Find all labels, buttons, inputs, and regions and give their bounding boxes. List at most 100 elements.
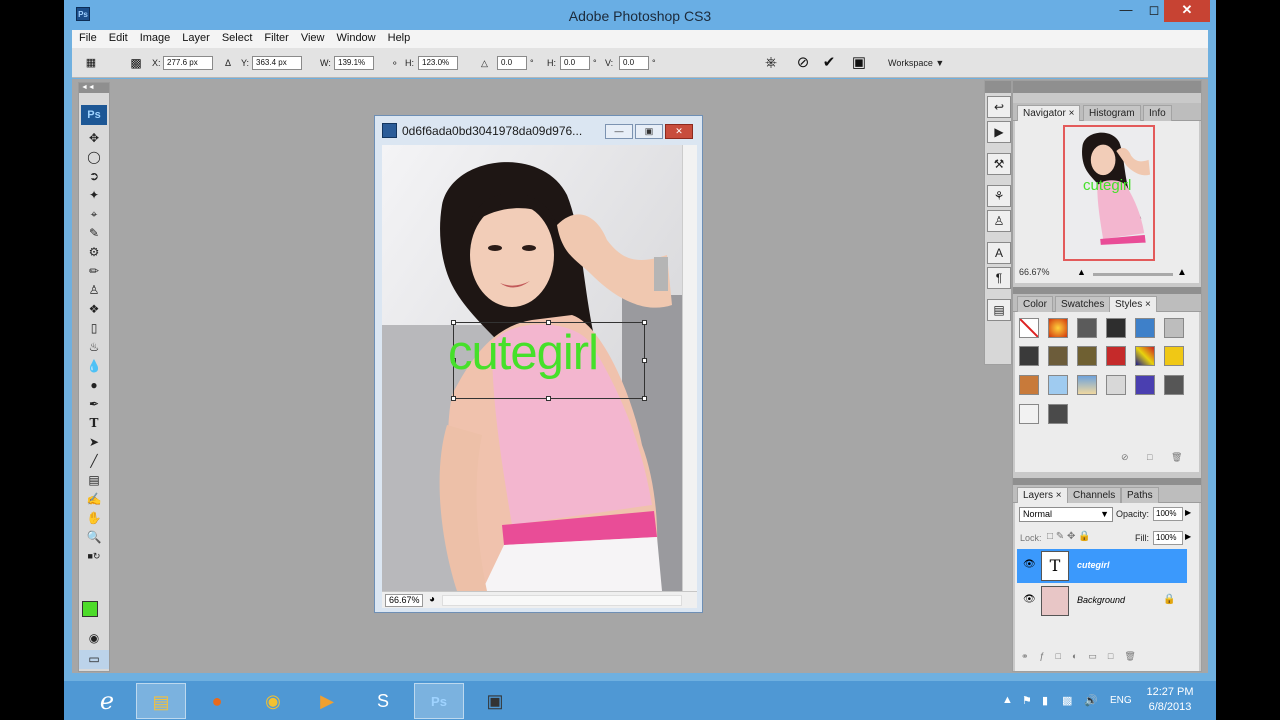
canvas[interactable]: cutegirl	[382, 145, 682, 591]
y-field[interactable]: 363.4 px	[252, 56, 302, 70]
blend-mode-select[interactable]: Normal ▼	[1019, 507, 1113, 522]
quick-mask-icon[interactable]: ◉	[79, 629, 109, 648]
blur-tool-icon[interactable]: 💧	[79, 357, 109, 376]
style-swatch[interactable]	[1164, 375, 1184, 395]
menu-edit[interactable]: Edit	[102, 30, 133, 44]
menu-filter[interactable]: Filter	[257, 30, 293, 44]
transform-handle[interactable]	[451, 396, 456, 401]
doc-restore-button[interactable]: ▣	[635, 124, 663, 139]
transform-tool-icon[interactable]: ▦	[82, 54, 100, 72]
angle-field[interactable]: 0.0	[497, 56, 527, 70]
internet-explorer-icon[interactable]: e	[82, 683, 132, 719]
opacity-arrow-icon[interactable]: ▶	[1185, 508, 1191, 517]
transform-handle[interactable]	[642, 396, 647, 401]
v-skew-field[interactable]: 0.0	[619, 56, 649, 70]
transform-handle[interactable]	[642, 320, 647, 325]
history-brush-tool-icon[interactable]: ❖	[79, 300, 109, 319]
doc-minimize-button[interactable]: —	[605, 124, 633, 139]
workspace-menu[interactable]: Workspace ▼	[888, 58, 944, 68]
status-menu-icon[interactable]: ◕	[429, 594, 435, 605]
style-swatch[interactable]	[1048, 375, 1068, 395]
zoom-out-icon[interactable]: ▲	[1077, 267, 1086, 277]
tray-expand-icon[interactable]: ▲	[1002, 694, 1013, 706]
visibility-eye-icon[interactable]: 👁	[1023, 594, 1036, 605]
network-icon[interactable]: ▩	[1062, 694, 1072, 707]
zoom-tool-icon[interactable]: 🔍	[79, 528, 109, 547]
style-swatch[interactable]	[1019, 404, 1039, 424]
menu-image[interactable]: Image	[133, 30, 176, 44]
navigator-zoom-slider[interactable]	[1093, 273, 1173, 276]
clone-stamp-tool-icon[interactable]: ♙	[79, 281, 109, 300]
style-swatch[interactable]	[1077, 318, 1097, 338]
close-button[interactable]: ✕	[1164, 0, 1210, 22]
notes-tool-icon[interactable]: ▤	[79, 471, 109, 490]
marquee-tool-icon[interactable]: ◯	[79, 148, 109, 167]
style-swatch[interactable]	[1135, 346, 1155, 366]
photoshop-taskbar-icon[interactable]: Ps	[414, 683, 464, 719]
lasso-tool-icon[interactable]: ➲	[79, 167, 109, 186]
style-swatch[interactable]	[1077, 375, 1097, 395]
style-swatch[interactable]	[1048, 404, 1068, 424]
panels-header[interactable]	[1013, 81, 1201, 93]
language-indicator[interactable]: ENG	[1110, 695, 1132, 706]
doc-zoom-field[interactable]: 66.67%	[385, 594, 423, 607]
delete-style-icon[interactable]: 🗑	[1171, 452, 1182, 463]
tab-styles[interactable]: Styles ×	[1109, 296, 1157, 312]
tab-layers[interactable]: Layers ×	[1017, 487, 1068, 503]
eyedropper-tool-icon[interactable]: ✍	[79, 490, 109, 509]
paragraph-icon[interactable]: ¶	[987, 267, 1011, 289]
file-explorer-icon[interactable]: ▤	[136, 683, 186, 719]
tab-navigator[interactable]: Navigator ×	[1017, 105, 1081, 121]
type-tool-icon[interactable]: T	[79, 414, 109, 433]
tool-presets-icon[interactable]: ⚒	[987, 153, 1011, 175]
style-swatch-none[interactable]	[1019, 318, 1039, 338]
line-tool-icon[interactable]: ╱	[79, 452, 109, 471]
visibility-eye-icon[interactable]: 👁	[1023, 559, 1036, 570]
style-swatch[interactable]	[1106, 318, 1126, 338]
lock-icons[interactable]: □ ✎ ✥ 🔒	[1047, 531, 1091, 542]
move-tool-icon[interactable]: ✥	[79, 129, 109, 148]
firefox-icon[interactable]: ●	[192, 683, 242, 719]
clock[interactable]: 12:27 PM 6/8/2013	[1140, 685, 1200, 715]
actions-icon[interactable]: ▶	[987, 121, 1011, 143]
camtasia-icon[interactable]: ▣	[470, 683, 520, 719]
eraser-tool-icon[interactable]: ▯	[79, 319, 109, 338]
menu-window[interactable]: Window	[330, 30, 381, 44]
menu-select[interactable]: Select	[215, 30, 258, 44]
style-swatch[interactable]	[1048, 318, 1068, 338]
navigator-zoom[interactable]: 66.67%	[1019, 267, 1050, 277]
layer-row-cutegirl[interactable]: 👁 T cutegirl	[1017, 549, 1187, 583]
minimize-button[interactable]: —	[1112, 0, 1140, 22]
style-swatch[interactable]	[1135, 318, 1155, 338]
tab-swatches[interactable]: Swatches	[1055, 296, 1111, 312]
fill-arrow-icon[interactable]: ▶	[1185, 532, 1191, 541]
zoom-in-icon[interactable]: ▲	[1177, 267, 1187, 278]
media-player-icon[interactable]: ▶	[302, 683, 352, 719]
volume-icon[interactable]: 🔊	[1084, 694, 1098, 707]
skype-icon[interactable]: S	[358, 683, 408, 719]
history-icon[interactable]: ↩	[987, 96, 1011, 118]
clone-source-icon[interactable]: ♙	[987, 210, 1011, 232]
tab-paths[interactable]: Paths	[1121, 487, 1159, 503]
clear-style-icon[interactable]: ⊘	[1121, 452, 1129, 463]
tab-histogram[interactable]: Histogram	[1083, 105, 1141, 121]
tab-color[interactable]: Color	[1017, 296, 1053, 312]
reference-point-icon[interactable]: ▩	[127, 54, 145, 72]
style-swatch[interactable]	[1019, 346, 1039, 366]
layer-actions-icons[interactable]: ⚭ƒ□◐▭□🗑	[1021, 651, 1147, 662]
magic-wand-tool-icon[interactable]: ✦	[79, 186, 109, 205]
opacity-field[interactable]: 100%	[1153, 507, 1183, 521]
link-icon[interactable]: ⚬	[391, 58, 399, 69]
path-selection-tool-icon[interactable]: ➤	[79, 433, 109, 452]
tab-channels[interactable]: Channels	[1067, 487, 1122, 503]
fill-field[interactable]: 100%	[1153, 531, 1183, 545]
chrome-icon[interactable]: ◉	[248, 683, 298, 719]
battery-icon[interactable]: ▮	[1042, 694, 1048, 707]
flag-icon[interactable]: ⚑	[1022, 694, 1032, 707]
pen-tool-icon[interactable]: ✒	[79, 395, 109, 414]
menu-view[interactable]: View	[294, 30, 330, 44]
cancel-transform-icon[interactable]: ⊘	[794, 54, 812, 72]
warp-icon[interactable]: ⎈	[762, 54, 780, 72]
style-swatch[interactable]	[1135, 375, 1155, 395]
navigator-thumbnail[interactable]: cutegirl	[1063, 125, 1155, 261]
